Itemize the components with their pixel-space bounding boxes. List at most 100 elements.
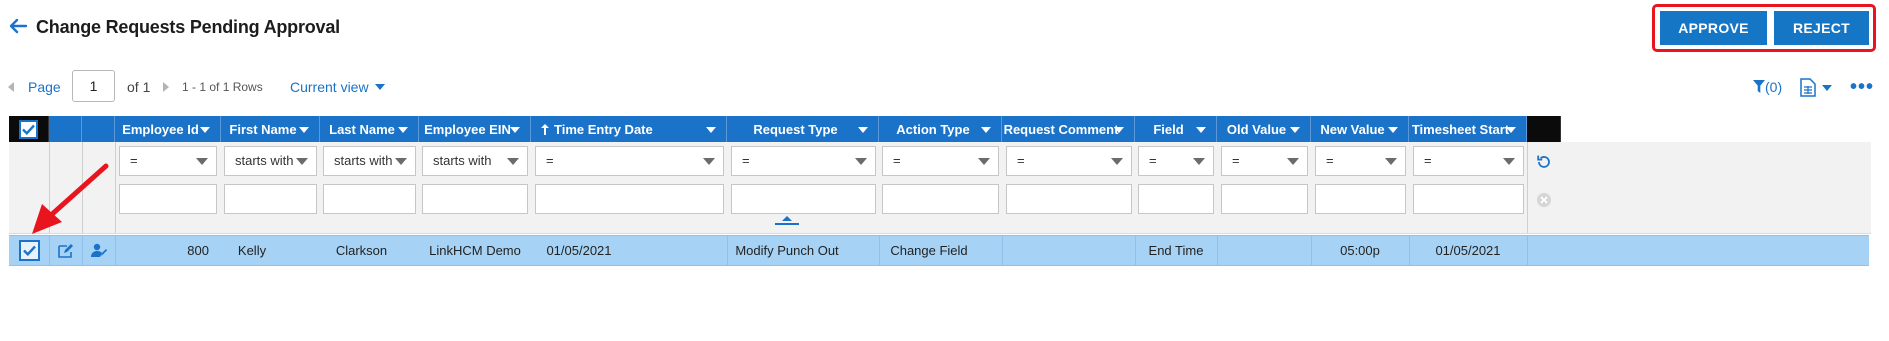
cell-new-value: 05:00p [1340,243,1380,258]
prev-page-icon[interactable] [8,82,14,92]
filter-operator-value: = [1424,153,1432,168]
page-number-input[interactable] [72,70,115,102]
edit-icon[interactable] [49,236,82,265]
column-header-label: New Value [1320,121,1385,137]
filter-operator-value: starts with [433,153,492,168]
collapse-filters-icon[interactable] [775,215,799,230]
chevron-down-icon [978,158,990,165]
filter-input-new-value[interactable] [1315,184,1406,214]
column-header-request-type[interactable]: Request Type [727,116,879,142]
approval-grid: Employee Id First Name Last Name Employe… [9,116,1871,266]
cell-time-entry-date: 01/05/2021 [546,243,612,258]
chevron-down-icon [296,158,308,165]
filter-operator-request-comment[interactable]: = [1006,146,1132,176]
column-header-last-name[interactable]: Last Name [320,116,419,142]
chevron-down-icon [374,84,385,90]
funnel-icon [1753,80,1765,93]
column-header-first-name[interactable]: First Name [221,116,320,142]
column-header-action-type[interactable]: Action Type [879,116,1002,142]
column-menu-icon[interactable] [1506,127,1516,133]
filter-input-last-name[interactable] [323,184,416,214]
filter-row: = starts with starts with starts with = … [9,142,1871,234]
filter-operator-request-type[interactable]: = [731,146,876,176]
chevron-down-icon [703,158,715,165]
cell-old-value [1217,236,1311,265]
filter-operator-new-value[interactable]: = [1315,146,1406,176]
export-dropdown[interactable] [1800,78,1840,98]
filter-operator-first-name[interactable]: starts with [224,146,317,176]
page-label: Page [28,79,61,95]
filter-operator-value: = [546,153,554,168]
filter-input-timesheet-start[interactable] [1413,184,1524,214]
chevron-down-icon [1193,158,1205,165]
chevron-down-icon [1503,158,1515,165]
back-arrow-icon[interactable] [8,16,30,38]
column-header-label: Field [1153,121,1184,137]
filter-operator-old-value[interactable]: = [1221,146,1308,176]
filter-input-field[interactable] [1138,184,1214,214]
filter-operator-action-type[interactable]: = [882,146,999,176]
filter-input-employee-id[interactable] [119,184,217,214]
filter-operator-time-entry-date[interactable]: = [535,146,724,176]
spreadsheet-icon [1800,78,1816,97]
column-header-new-value[interactable]: New Value [1311,116,1409,142]
filter-operator-value: = [130,153,138,168]
filter-count: (0) [1765,79,1783,95]
column-header-request-comment[interactable]: Request Comment [1002,116,1135,142]
filter-operator-employee-ein[interactable]: starts with [422,146,528,176]
column-menu-icon[interactable] [1114,127,1124,133]
reset-filters-icon[interactable] [1536,154,1552,173]
cell-request-comment [1002,236,1135,265]
column-menu-icon[interactable] [981,127,991,133]
column-menu-icon[interactable] [398,127,408,133]
column-menu-icon[interactable] [858,127,868,133]
current-view-label: Current view [290,79,369,95]
filter-toggle[interactable]: (0) [1753,79,1782,95]
current-view-dropdown[interactable]: Current view [290,79,385,95]
filter-operator-field[interactable]: = [1138,146,1214,176]
row-count-label: 1 - 1 of 1 Rows [182,80,263,94]
employee-profile-icon[interactable] [82,236,115,265]
column-header-label: Time Entry Date [554,121,653,137]
column-menu-icon[interactable] [1290,127,1300,133]
column-menu-icon[interactable] [200,127,210,133]
column-menu-icon[interactable] [706,127,716,133]
filter-input-time-entry-date[interactable] [535,184,724,214]
filter-operator-last-name[interactable]: starts with [323,146,416,176]
filter-input-request-type[interactable] [731,184,876,214]
next-page-icon[interactable] [163,82,169,92]
filter-input-employee-ein[interactable] [422,184,528,214]
cell-employee-id: 800 [187,243,209,258]
profile-column-header [82,116,115,142]
edit-column-header [49,116,82,142]
filter-operator-value: = [1149,153,1157,168]
filter-operator-value: starts with [334,153,393,168]
filter-operator-employee-id[interactable]: = [119,146,217,176]
column-menu-icon[interactable] [1388,127,1398,133]
column-header-time-entry-date[interactable]: Time Entry Date [531,116,727,142]
more-options-icon[interactable]: ••• [1850,76,1874,99]
column-header-timesheet-start[interactable]: Timesheet Start [1409,116,1527,142]
clear-filters-icon[interactable] [1536,192,1552,211]
filter-input-request-comment[interactable] [1006,184,1132,214]
column-header-old-value[interactable]: Old Value [1217,116,1311,142]
approve-button[interactable]: APPROVE [1660,11,1767,45]
column-header-field[interactable]: Field [1135,116,1217,142]
filter-input-old-value[interactable] [1221,184,1308,214]
cell-timesheet-start: 01/05/2021 [1435,243,1501,258]
filter-input-first-name[interactable] [224,184,317,214]
column-menu-icon[interactable] [510,127,520,133]
filter-operator-timesheet-start[interactable]: = [1413,146,1524,176]
filter-input-action-type[interactable] [882,184,999,214]
table-row[interactable]: 800 Kelly Clarkson LinkHCM Demo 01/05/20… [9,235,1869,266]
reject-button[interactable]: REJECT [1774,11,1869,45]
column-header-employee-id[interactable]: Employee Id [115,116,221,142]
column-menu-icon[interactable] [299,127,309,133]
cell-request-type: Modify Punch Out [735,243,839,258]
chevron-down-icon [855,158,867,165]
column-menu-icon[interactable] [1196,127,1206,133]
actions-column-header [1527,116,1561,142]
column-header-employee-ein[interactable]: Employee EIN [419,116,531,142]
row-checkbox[interactable] [18,240,40,261]
select-all-checkbox[interactable] [19,119,38,139]
